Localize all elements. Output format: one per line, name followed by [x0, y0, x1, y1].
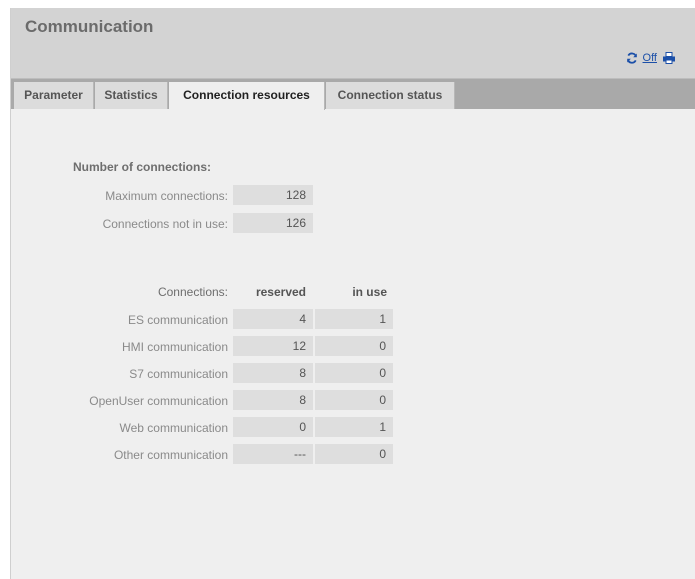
header-bar: Communication Off [11, 8, 695, 79]
reserved-value: 12 [233, 336, 313, 356]
connection-resources-panel: Number of connections: Maximum connectio… [11, 109, 695, 579]
in-use-value: 0 [315, 444, 393, 464]
tab-connection-status[interactable]: Connection status [326, 82, 455, 109]
connections-not-in-use-label: Connections not in use: [102, 217, 228, 231]
connections-heading: Connections: [157, 285, 228, 299]
reserved-value: 8 [233, 363, 313, 383]
print-icon[interactable] [662, 52, 676, 64]
connection-row-label: OpenUser communication [89, 394, 228, 408]
max-connections-value: 128 [233, 185, 313, 205]
reserved-value: 4 [233, 309, 313, 329]
page-title: Communication [25, 17, 154, 36]
reserved-value: 8 [233, 390, 313, 410]
connection-row-label: Web communication [119, 421, 229, 435]
connection-row-label: ES communication [127, 313, 228, 327]
in-use-value: 1 [315, 309, 393, 329]
connection-row-label: HMI communication [121, 340, 228, 354]
max-connections-label: Maximum connections: [105, 189, 228, 203]
connections-not-in-use-value: 126 [233, 213, 313, 233]
communication-window: Communication Off Parameter Statistics C… [10, 8, 695, 579]
number-of-connections-heading: Number of connections: [73, 160, 212, 174]
tab-bar: Parameter Statistics Connection resource… [11, 79, 695, 110]
in-use-value: 0 [315, 336, 393, 356]
tab-parameter[interactable]: Parameter [14, 82, 94, 109]
tab-statistics[interactable]: Statistics [95, 82, 168, 109]
reserved-value: --- [233, 444, 313, 464]
reserved-column-header: reserved [255, 285, 306, 299]
connection-row-label: S7 communication [129, 367, 228, 381]
in-use-value: 0 [315, 363, 393, 383]
in-use-value: 0 [315, 390, 393, 410]
reserved-value: 0 [233, 417, 313, 437]
off-toggle-link[interactable]: Off [643, 52, 657, 64]
in-use-value: 1 [315, 417, 393, 437]
tab-connection-resources[interactable]: Connection resources [169, 82, 325, 110]
toolbar: Off [626, 52, 676, 64]
refresh-icon[interactable] [626, 52, 638, 64]
connection-row-label: Other communication [113, 448, 228, 462]
in-use-column-header: in use [352, 285, 387, 299]
